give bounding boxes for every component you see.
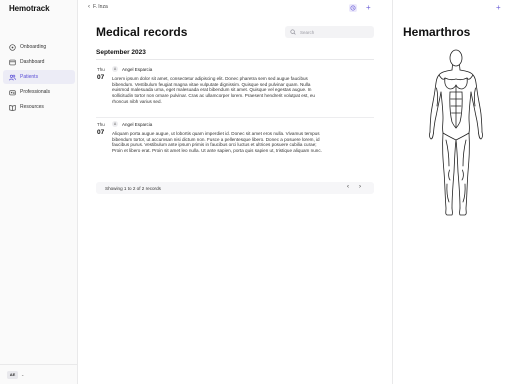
record-day: Thu	[97, 122, 105, 127]
author-name: Angel Esparcia	[122, 66, 153, 72]
chevron-down-icon[interactable]: ⌄	[21, 372, 24, 377]
sidebar-item-label: Professionals	[20, 89, 51, 95]
record-date: 07	[97, 129, 105, 136]
sidebar-item-label: Patients	[20, 74, 39, 80]
divider	[96, 117, 374, 118]
sidebar-item-patients[interactable]: Patients	[3, 70, 75, 84]
page-title: Medical records	[96, 25, 188, 39]
add-joint-button[interactable]: +	[496, 4, 501, 12]
users-icon	[9, 74, 16, 81]
professionals-icon	[9, 89, 16, 96]
chevron-left-icon[interactable]: ‹	[88, 4, 90, 10]
prev-page-button[interactable]: ‹	[347, 184, 349, 191]
user-avatar[interactable]: AE	[7, 370, 18, 379]
author-avatar: A	[112, 66, 118, 72]
body-anatomy-icon[interactable]	[426, 48, 486, 218]
dashboard-icon	[9, 59, 16, 66]
sidebar-item-label: Onboarding	[20, 44, 47, 50]
search-input[interactable]: Search	[285, 26, 374, 38]
back-link[interactable]: ‹ F. Inza	[88, 4, 108, 10]
sidebar-item-professionals[interactable]: Professionals	[3, 85, 75, 99]
author-avatar: A	[112, 121, 118, 127]
book-icon	[9, 104, 16, 111]
top-bar: ‹ F. Inza +	[78, 0, 392, 16]
sidebar-item-label: Dashboard	[20, 59, 45, 65]
app-brand: Hemotrack	[9, 4, 50, 13]
add-record-button[interactable]: +	[366, 4, 371, 12]
sidebar-item-label: Resources	[20, 104, 44, 110]
author-name: Angel Esparcia	[122, 121, 153, 127]
user-menu[interactable]: AE ⌄	[0, 364, 78, 384]
record-author: A Angel Esparcia	[112, 66, 152, 72]
top-actions: +	[349, 4, 371, 12]
detail-panel: + Hemarthros	[392, 0, 512, 384]
panel-title: Hemarthros	[403, 25, 471, 39]
record-text: Aliquam porta augue augue, ut lobortis q…	[112, 131, 322, 154]
sidebar-item-dashboard[interactable]: Dashboard	[3, 55, 75, 69]
record-author: A Angel Esparcia	[112, 121, 152, 127]
record-day: Thu	[97, 67, 105, 72]
sidebar-item-onboarding[interactable]: Onboarding	[3, 40, 75, 54]
record-text: Lorem ipsum dolor sit amet, consectetur …	[112, 76, 315, 104]
divider	[96, 59, 374, 60]
pagination: Showing 1 to 2 of 2 records ‹ ›	[96, 182, 374, 194]
onboarding-icon	[9, 43, 16, 51]
next-page-button[interactable]: ›	[359, 184, 361, 191]
patient-name[interactable]: F. Inza	[93, 4, 108, 10]
search-icon	[290, 29, 296, 35]
sidebar: Hemotrack Onboarding Dashboard Patients …	[0, 0, 78, 384]
section-month: September 2023	[96, 49, 146, 56]
sidebar-nav: Onboarding Dashboard Patients Profession…	[3, 40, 75, 115]
search-placeholder[interactable]: Search	[300, 30, 314, 35]
pagination-summary: Showing 1 to 2 of 2 records	[105, 185, 161, 191]
record-date: 07	[97, 74, 105, 81]
main-content: Medical records Search September 2023 Th…	[78, 16, 392, 384]
sidebar-item-resources[interactable]: Resources	[3, 100, 75, 114]
history-icon[interactable]	[349, 4, 357, 12]
